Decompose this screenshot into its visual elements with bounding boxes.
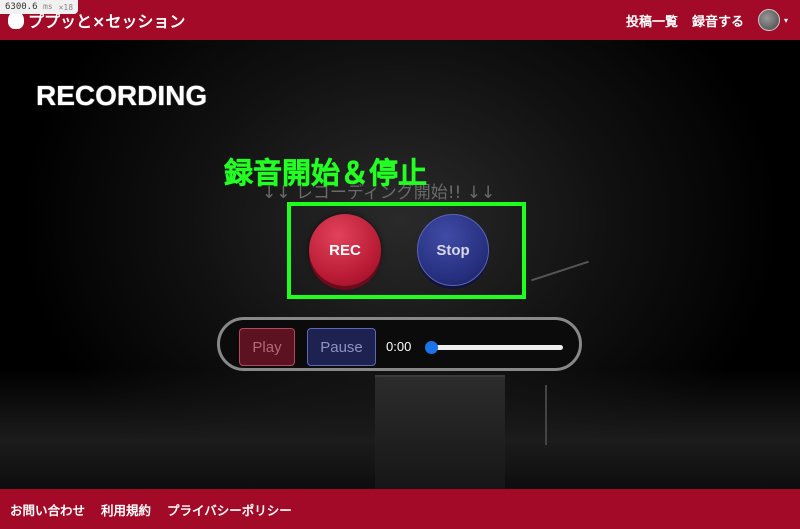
stop-button[interactable]: Stop: [417, 214, 489, 286]
perf-value: 6300.6: [5, 2, 38, 12]
perf-badge: 6300.6 ms ×18: [0, 0, 79, 14]
top-navbar: ププッと×セッション 投稿一覧 録音する ▾: [0, 0, 800, 40]
nav-posts-link[interactable]: 投稿一覧: [626, 11, 678, 30]
audio-player: Play Pause 0:00: [217, 317, 582, 371]
footer-link-privacy[interactable]: プライバシーポリシー: [167, 500, 292, 519]
perf-unit: ms: [42, 2, 53, 11]
perf-multiplier: ×18: [58, 2, 74, 12]
footer: お問い合わせ 利用規約 プライバシーポリシー: [0, 489, 800, 529]
time-display: 0:00: [386, 339, 412, 354]
seek-thumb[interactable]: [425, 341, 438, 354]
seek-slider[interactable]: [425, 341, 563, 354]
chevron-down-icon[interactable]: ▾: [784, 16, 788, 25]
page-title: RECORDING: [36, 80, 208, 111]
rec-button[interactable]: REC: [309, 214, 381, 286]
play-button[interactable]: Play: [239, 328, 295, 366]
avatar[interactable]: [757, 9, 780, 31]
nav-record-link[interactable]: 録音する: [692, 11, 744, 30]
stage-background: RECORDING ↓↓ レコーディング開始!! ↓↓ 録音開始＆停止 REC …: [0, 40, 800, 489]
footer-link-terms[interactable]: 利用規約: [101, 500, 151, 519]
annotation-label: 録音開始＆停止: [224, 156, 428, 191]
mic-stand: [531, 260, 589, 282]
nav-links: 投稿一覧 録音する ▾: [626, 0, 788, 40]
pause-button[interactable]: Pause: [307, 328, 376, 366]
stage-speaker: [375, 375, 505, 489]
footer-link-contact[interactable]: お問い合わせ: [10, 500, 85, 519]
mic-stand-pole: [545, 385, 547, 445]
